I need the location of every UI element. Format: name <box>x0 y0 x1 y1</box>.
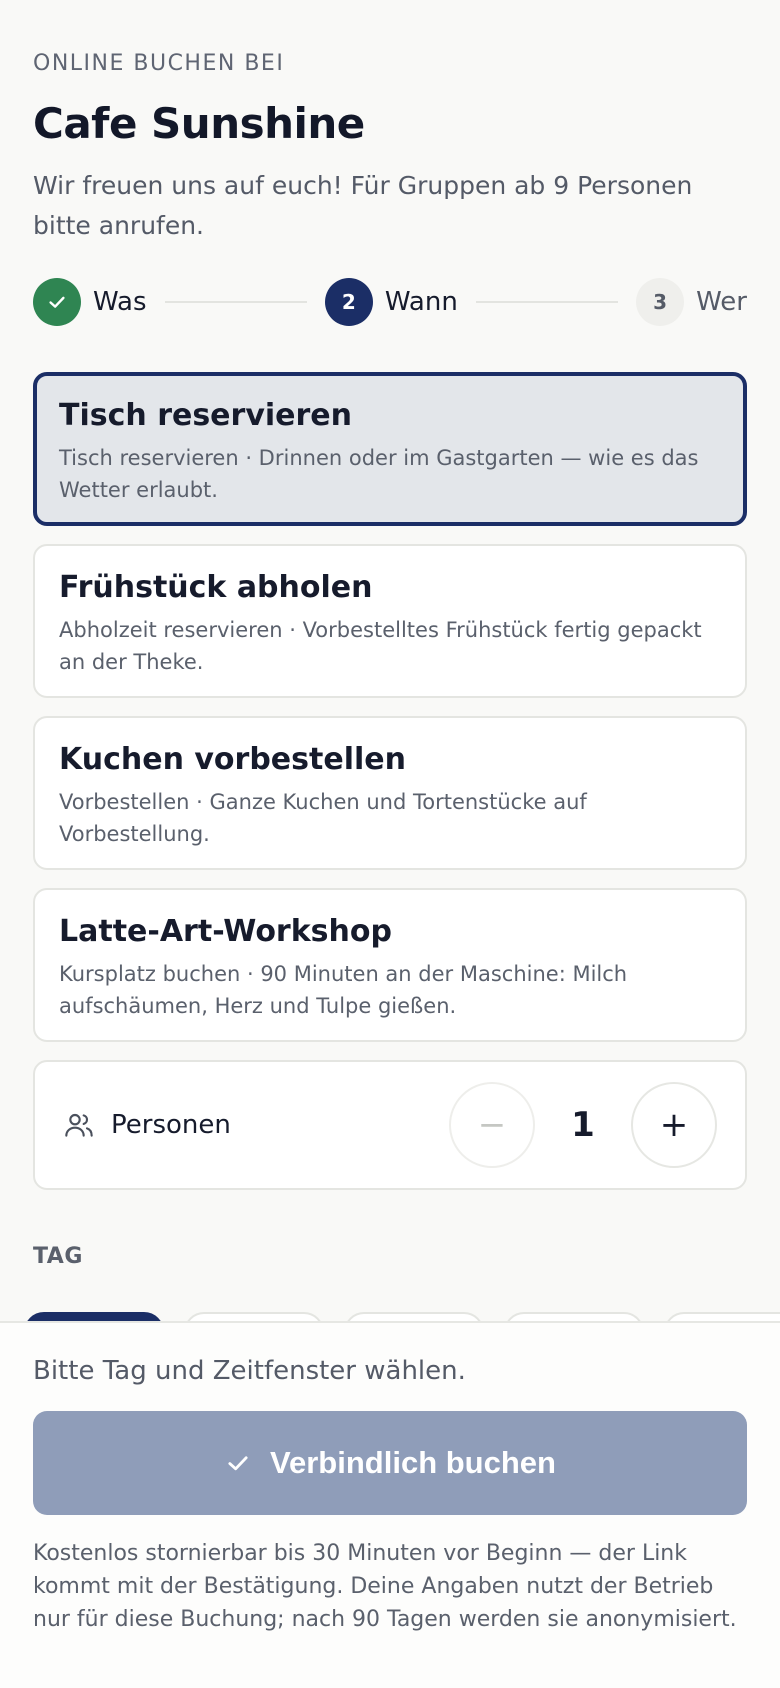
day-section-label: TAG <box>33 1244 83 1269</box>
step-divider <box>164 301 307 303</box>
option-kuchen-vorbestellen[interactable]: Kuchen vorbestellen Vorbestellen · Ganze… <box>33 716 747 870</box>
step-was-circle <box>33 278 81 326</box>
increase-persons-button[interactable]: + <box>631 1082 717 1168</box>
selection-hint: Bitte Tag und Zeitfenster wählen. <box>33 1356 466 1386</box>
stepper: Was 2 Wann 3 Wer <box>33 276 747 328</box>
book-button[interactable]: Verbindlich buchen <box>33 1411 747 1515</box>
step-was-label: Was <box>93 287 147 317</box>
persons-stepper: Personen − 1 + <box>33 1060 747 1190</box>
option-latte-art-workshop[interactable]: Latte-Art-Workshop Kursplatz buchen · 90… <box>33 888 747 1042</box>
option-description: Tisch reservieren · Drinnen oder im Gast… <box>59 446 699 502</box>
step-wann-circle: 2 <box>324 278 373 326</box>
option-title: Kuchen vorbestellen <box>59 742 406 777</box>
booking-content: ONLINE BUCHEN BEI Cafe Sunshine Wir freu… <box>0 0 780 1269</box>
option-tisch-reservieren[interactable]: Tisch reservieren Tisch reservieren · Dr… <box>33 372 747 526</box>
option-title: Frühstück abholen <box>59 570 373 605</box>
step-was[interactable]: Was <box>33 278 147 326</box>
persons-label: Personen <box>111 1110 231 1140</box>
step-wann[interactable]: 2 Wann <box>324 278 458 326</box>
option-description: Kursplatz buchen · 90 Minuten an der Mas… <box>59 962 628 1018</box>
decrease-persons-button[interactable]: − <box>449 1082 535 1168</box>
booking-page: ONLINE BUCHEN BEI Cafe Sunshine Wir freu… <box>0 0 780 1688</box>
book-button-label: Verbindlich buchen <box>270 1445 556 1480</box>
intro-text: Wir freuen uns auf euch! Für Gruppen ab … <box>33 171 693 240</box>
persons-count: 1 <box>571 1105 595 1145</box>
option-fruehstueck-abholen[interactable]: Frühstück abholen Abholzeit reservieren … <box>33 544 747 698</box>
option-title: Latte-Art-Workshop <box>59 914 392 949</box>
page-title: Cafe Sunshine <box>33 99 365 148</box>
service-options: Tisch reservieren Tisch reservieren · Dr… <box>33 372 747 1042</box>
option-title: Tisch reservieren <box>59 398 353 433</box>
step-wann-label: Wann <box>384 287 458 317</box>
users-icon <box>63 1109 95 1141</box>
check-icon <box>46 291 68 313</box>
eyebrow: ONLINE BUCHEN BEI <box>33 51 285 76</box>
step-wer-circle: 3 <box>636 278 685 326</box>
step-divider <box>475 301 619 303</box>
check-icon <box>224 1449 252 1477</box>
option-description: Vorbestellen · Ganze Kuchen und Tortenst… <box>59 790 587 846</box>
step-wer: 3 Wer <box>636 278 747 326</box>
step-wer-label: Wer <box>696 287 747 317</box>
option-description: Abholzeit reservieren · Vorbestelltes Fr… <box>59 618 702 674</box>
booking-footer: Bitte Tag und Zeitfenster wählen. Verbin… <box>0 1321 780 1688</box>
legal-note: Kostenlos stornierbar bis 30 Minuten vor… <box>33 1541 737 1632</box>
